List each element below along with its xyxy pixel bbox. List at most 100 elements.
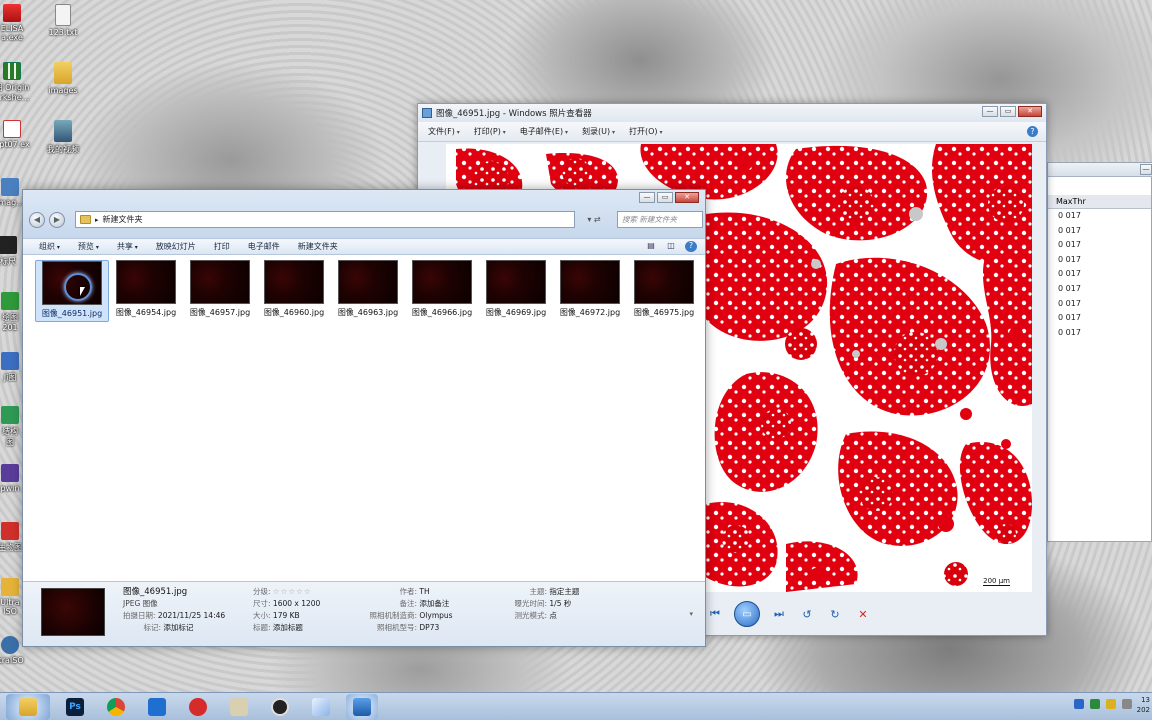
forward-button[interactable]: ▶: [49, 212, 65, 228]
app-icon: [1, 522, 19, 540]
details-camera-maker[interactable]: Olympus: [419, 611, 452, 620]
clock-date: 202: [1136, 706, 1150, 714]
file-item[interactable]: 图像_46960.jpg: [257, 260, 331, 322]
previous-icon[interactable]: ⏮: [706, 605, 724, 623]
explorer-window[interactable]: — ▭ ✕ ◀ ▶ ▸ 新建文件夹 ▾ ⇄ 搜索 新建文件夹 组织 预览 共享 …: [22, 189, 706, 647]
view-mode-icon[interactable]: ▤: [645, 241, 657, 252]
details-col-2: 分级: ☆☆☆☆☆ 尺寸: 1600 x 1200 大小: 179 KB 标题:…: [253, 586, 320, 634]
search-input[interactable]: 搜索 新建文件夹: [617, 211, 703, 228]
file-name: 图像_46969.jpg: [485, 308, 547, 317]
taskbar-chrome[interactable]: [100, 694, 132, 720]
security-icon[interactable]: [1090, 699, 1100, 709]
menu-open[interactable]: 打开(O): [629, 126, 662, 137]
menu-file[interactable]: 文件(F): [428, 126, 460, 137]
toolbar-share[interactable]: 共享: [117, 241, 138, 252]
taskbar-explorer[interactable]: [6, 693, 50, 720]
details-author[interactable]: TH: [419, 587, 429, 596]
desktop-icon-123-txt[interactable]: 123.txt: [33, 4, 93, 37]
system-clock[interactable]: 13 202: [1137, 695, 1150, 715]
address-bar[interactable]: ▸ 新建文件夹: [75, 211, 575, 228]
details-tags[interactable]: 添加标记: [163, 623, 193, 632]
rating-stars[interactable]: ☆☆☆☆☆: [273, 587, 312, 596]
label-subject: 主题:: [529, 587, 547, 596]
taskbar-note-app[interactable]: [305, 694, 337, 720]
details-pane: 图像_46951.jpg JPEG 图像 拍摄日期: 2021/11/25 14…: [23, 581, 705, 646]
results-table-window[interactable]: — MaxThr 0 017 0 017 0 017 0 017 0 017 0…: [1047, 162, 1152, 542]
explorer-titlebar[interactable]: — ▭ ✕ ◀ ▶ ▸ 新建文件夹 ▾ ⇄ 搜索 新建文件夹: [23, 190, 705, 238]
toolbar-slideshow[interactable]: 放映幻灯片: [156, 241, 196, 252]
help-icon[interactable]: ?: [685, 241, 697, 252]
rotate-right-icon[interactable]: ↻: [826, 605, 844, 623]
taskbar-photo-viewer[interactable]: [346, 693, 378, 720]
file-item[interactable]: 图像_46969.jpg: [479, 260, 553, 322]
notification-icon[interactable]: [1106, 699, 1116, 709]
folder-icon: [54, 62, 72, 84]
menu-email[interactable]: 电子邮件(E): [520, 126, 568, 137]
toolbar-preview[interactable]: 预览: [78, 241, 99, 252]
close-button[interactable]: ✕: [675, 192, 699, 203]
image-thumbnail: [264, 260, 324, 304]
network-icon[interactable]: [1074, 699, 1084, 709]
toolbar-new-folder[interactable]: 新建文件夹: [298, 241, 338, 252]
image-thumbnail: [634, 260, 694, 304]
image-thumbnail: [412, 260, 472, 304]
details-exposure: 1/5 秒: [549, 599, 572, 608]
label-title: 标题:: [253, 623, 271, 632]
details-scroll-icon[interactable]: ▾: [689, 610, 693, 618]
details-camera-model[interactable]: DP73: [419, 623, 439, 632]
label-camera-maker: 照相机制造商:: [369, 611, 417, 620]
delete-icon[interactable]: ✕: [854, 605, 872, 623]
file-item[interactable]: 图像_46972.jpg: [553, 260, 627, 322]
close-button[interactable]: ✕: [1018, 106, 1042, 117]
file-item[interactable]: 图像_46966.jpg: [405, 260, 479, 322]
photo-viewer-icon: [353, 697, 371, 716]
details-title[interactable]: 添加标题: [273, 623, 303, 632]
taskbar-netease-music[interactable]: [182, 694, 214, 720]
help-icon[interactable]: ?: [1027, 126, 1038, 137]
taskbar-obs[interactable]: [264, 694, 296, 720]
preview-pane-icon[interactable]: ◫: [665, 241, 677, 252]
toolbar-organize[interactable]: 组织: [39, 241, 60, 252]
app-icon: [1, 406, 19, 424]
menu-print[interactable]: 打印(P): [474, 126, 506, 137]
mouse-cursor-icon: [80, 287, 85, 296]
desktop-icon-my-videos[interactable]: 我的视频: [33, 120, 93, 155]
file-item[interactable]: 图像_46975.jpg: [627, 260, 701, 322]
taskbar-bird-app[interactable]: [141, 694, 173, 720]
details-comment[interactable]: 添加备注: [419, 599, 449, 608]
viewer-menubar: 文件(F) 打印(P) 电子邮件(E) 刻录(U) 打开(O): [418, 122, 1046, 142]
breadcrumb-current-folder[interactable]: 新建文件夹: [103, 214, 143, 225]
refresh-button[interactable]: ▾ ⇄: [579, 211, 609, 228]
maximize-button[interactable]: ▭: [657, 192, 673, 203]
file-name: 图像_46951.jpg: [41, 309, 103, 318]
file-item[interactable]: 图像_46957.jpg: [183, 260, 257, 322]
chart-app-icon: [3, 120, 21, 138]
next-icon[interactable]: ⏭: [770, 605, 788, 623]
menu-burn[interactable]: 刻录(U): [582, 126, 615, 137]
taskbar-photoshop[interactable]: Ps: [59, 694, 91, 720]
toolbar-email[interactable]: 电子邮件: [248, 241, 280, 252]
file-item[interactable]: 图像_46963.jpg: [331, 260, 405, 322]
app-icon: [1, 292, 19, 310]
minimize-button[interactable]: —: [639, 192, 655, 203]
desktop-icon-images[interactable]: images: [33, 62, 93, 95]
details-col-4: 主题: 指定主题 曝光时间: 1/5 秒 测光模式: 点: [509, 586, 579, 622]
toolbar-print[interactable]: 打印: [214, 241, 230, 252]
file-item[interactable]: 图像_46954.jpg: [109, 260, 183, 322]
viewer-titlebar[interactable]: 图像_46951.jpg - Windows 照片查看器: [418, 104, 1046, 122]
table-row: 0 017: [1058, 327, 1081, 337]
minimize-button[interactable]: —: [982, 106, 998, 117]
volume-icon[interactable]: [1122, 699, 1132, 709]
back-button[interactable]: ◀: [29, 212, 45, 228]
photoshop-icon: Ps: [66, 697, 84, 716]
play-slideshow-icon[interactable]: ▭: [734, 601, 760, 627]
file-item[interactable]: 图像_46951.jpg: [35, 260, 109, 322]
maximize-button[interactable]: ▭: [1000, 106, 1016, 117]
taskbar-microscope-app[interactable]: [223, 694, 255, 720]
details-size: 179 KB: [272, 611, 300, 620]
minimize-button[interactable]: —: [1140, 164, 1152, 175]
rotate-left-icon[interactable]: ↺: [798, 605, 816, 623]
microscope-icon: [230, 697, 248, 716]
details-subject[interactable]: 指定主题: [549, 587, 579, 596]
details-col-1: 图像_46951.jpg JPEG 图像 拍摄日期: 2021/11/25 14…: [123, 586, 225, 634]
